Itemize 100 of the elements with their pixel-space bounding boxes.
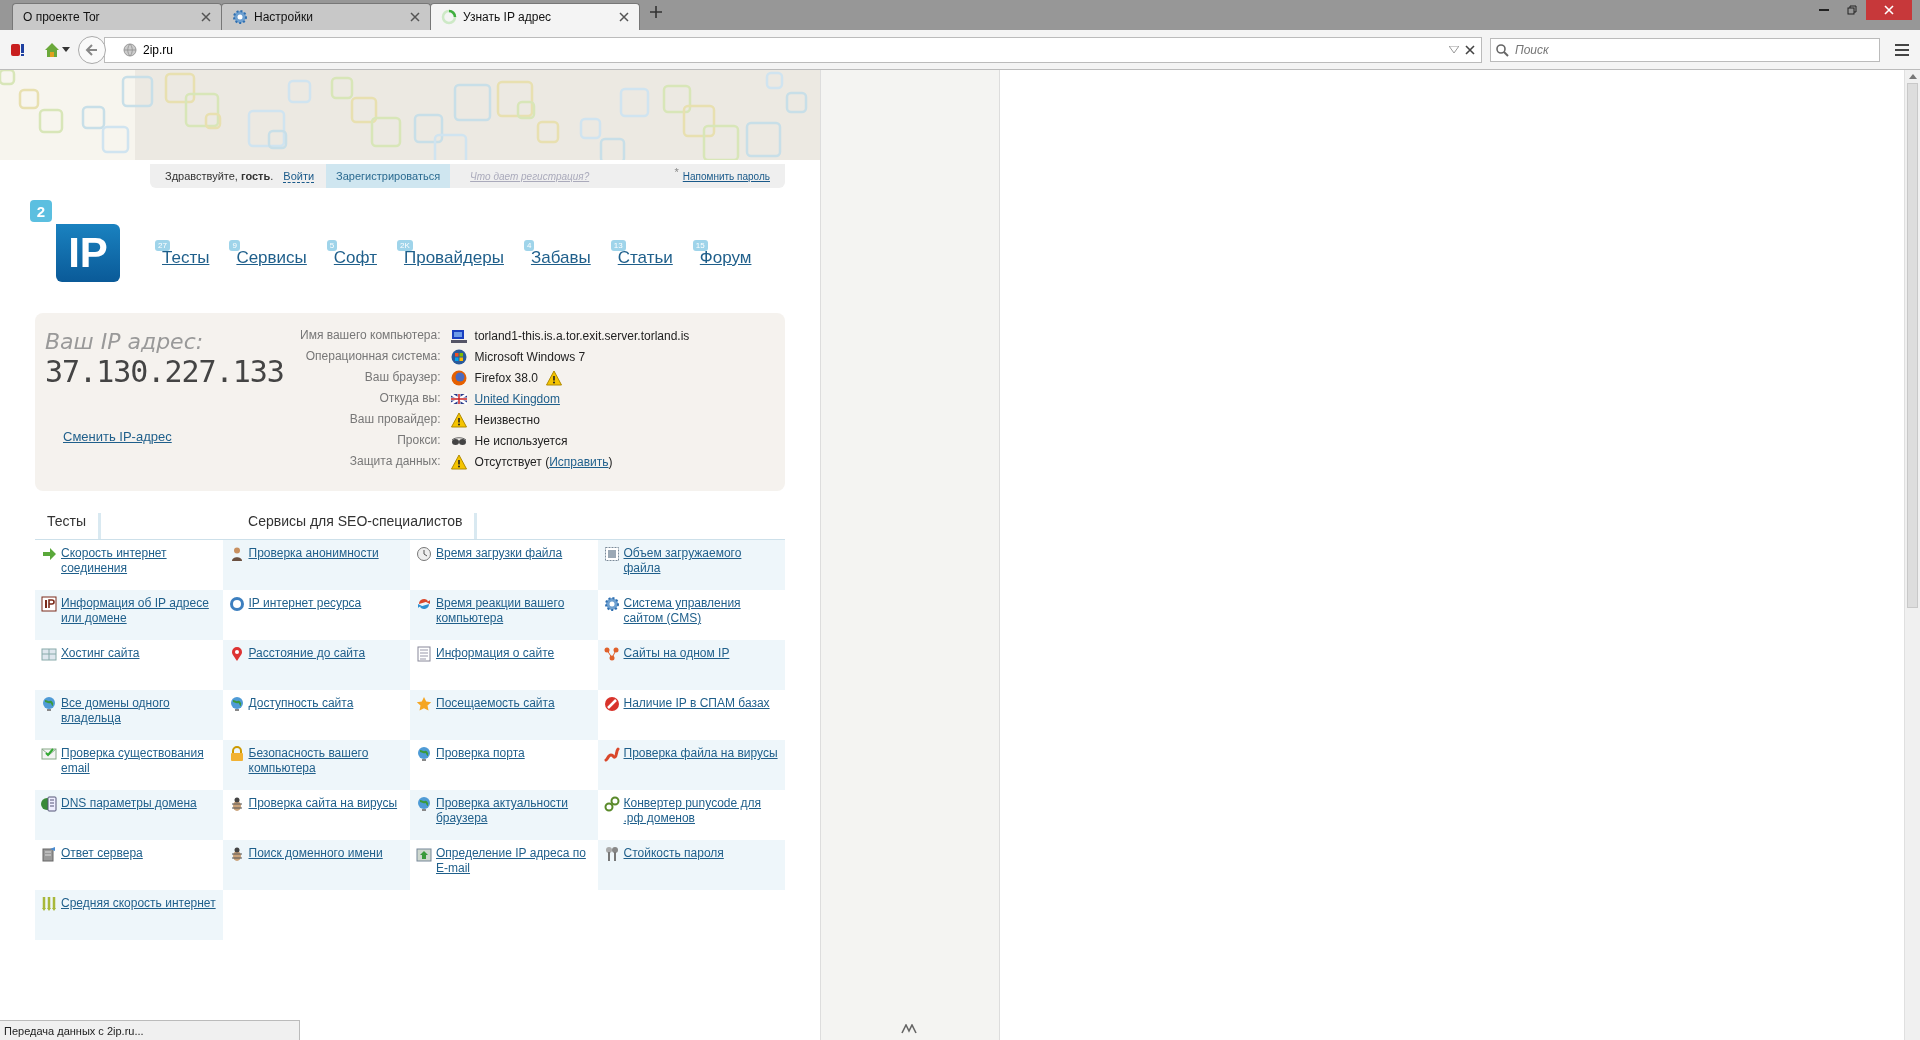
menu-button[interactable]: [1894, 42, 1910, 57]
info-value: Firefox 38.0: [474, 371, 538, 385]
download-icon: [416, 846, 432, 862]
close-icon: [1884, 5, 1894, 15]
back-arrow-icon: [85, 42, 99, 57]
country-link[interactable]: United Kingdom: [474, 392, 560, 406]
remind-password-link[interactable]: Напомнить пароль: [682, 170, 770, 182]
service-link[interactable]: IP интернет ресурса: [248, 596, 362, 611]
worm-icon: [603, 746, 620, 762]
service-link[interactable]: Стойкость пароля: [623, 846, 724, 861]
count-badge: 9: [229, 240, 240, 251]
new-tab-icon: [649, 5, 663, 19]
info-label: Защита данных:: [348, 454, 441, 470]
document-icon: [416, 646, 432, 662]
info-value: Microsoft Windows 7: [474, 350, 586, 364]
logo[interactable]: IP: [56, 224, 120, 282]
info-label: Ваш провайдер:: [348, 412, 441, 428]
caret-icon: [62, 46, 70, 53]
scroll-up-icon: [1908, 74, 1917, 79]
browser-tab[interactable]: О проекте Tor: [12, 3, 222, 30]
service-link[interactable]: Информация о сайте: [436, 646, 555, 661]
service-link[interactable]: Наличие IP в СПАМ базах: [623, 696, 770, 711]
info-value: Отсутствует (Исправить): [474, 455, 613, 469]
grid-icon: [41, 646, 57, 662]
service-link[interactable]: Посещаемость сайта: [436, 696, 555, 711]
info-value: Не используется: [474, 434, 568, 448]
service-link[interactable]: Конвертер punycode для .рф доменов: [623, 796, 781, 826]
network-icon: [603, 646, 620, 662]
scrollbar-thumb[interactable]: [1907, 83, 1918, 608]
link-icon: [603, 796, 620, 812]
bars-icon: [41, 896, 57, 912]
browser-icon: [450, 370, 467, 386]
service-link[interactable]: Ответ сервера: [61, 846, 143, 861]
login-link[interactable]: Войти: [283, 169, 315, 183]
service-link[interactable]: Хостинг сайта: [61, 646, 140, 661]
addon-status-icon: [901, 1024, 919, 1034]
nav-link[interactable]: Сервисы: [236, 248, 307, 268]
change-ip-link[interactable]: Сменить IP-адрес: [63, 429, 172, 444]
minimize-icon: [1819, 9, 1829, 11]
fix-link[interactable]: Исправить: [549, 455, 609, 469]
browser-tab[interactable]: Настройки: [221, 3, 431, 30]
asterisk-mark: *: [674, 166, 679, 178]
envelope-icon: [41, 746, 57, 762]
windows-logo-icon: [450, 349, 467, 365]
ip-icon: [41, 596, 57, 612]
service-link[interactable]: Проверка существования email: [61, 746, 219, 776]
service-link[interactable]: Определение IP адреса по E-mail: [436, 846, 594, 876]
scrollbar[interactable]: [1904, 70, 1920, 1040]
service-link[interactable]: Сайты на одном IP: [623, 646, 730, 661]
service-link[interactable]: Скорость интернет соединения: [61, 546, 219, 576]
server-icon: [41, 846, 57, 862]
search-field[interactable]: Поиск: [1490, 37, 1880, 62]
close-button[interactable]: [1866, 0, 1912, 20]
dropdown-icon: [1449, 45, 1459, 54]
service-link[interactable]: Расстояние до сайта: [248, 646, 366, 661]
register-button[interactable]: Зарегистрироваться: [326, 164, 451, 188]
nav-link[interactable]: Провайдеры: [403, 248, 504, 268]
info-label: Ваш браузер:: [363, 370, 441, 386]
count-badge: 5: [326, 240, 338, 251]
gear-icon: [603, 596, 620, 612]
service-link[interactable]: Проверка сайта на вирусы: [248, 796, 398, 811]
info-label: Прокси:: [396, 433, 441, 449]
computer-icon: [450, 328, 467, 344]
menu-icon: [1894, 42, 1910, 57]
addon-button[interactable]: [10, 41, 26, 58]
nav-link[interactable]: Забавы: [530, 248, 591, 268]
count-badge: 2K: [396, 240, 413, 251]
nav-link[interactable]: Форум: [699, 248, 752, 268]
loading-icon: [441, 9, 457, 25]
info-value: torland1-this.is.a.tor.exit.server.torland.is: [474, 329, 690, 343]
nav-link[interactable]: Тесты: [162, 248, 210, 268]
back-button[interactable]: [78, 35, 106, 64]
nav-link[interactable]: Статьи: [617, 248, 673, 268]
info-label: Имя вашего компьютера:: [300, 328, 441, 344]
count-badge: 27: [155, 240, 170, 251]
keys-icon: [603, 846, 620, 862]
service-link[interactable]: Проверка порта: [436, 746, 525, 761]
browser-tab[interactable]: Узнать IP адрес: [430, 3, 640, 30]
section-heading: Тесты: [35, 513, 102, 539]
home-icon: [44, 41, 60, 58]
address-bar[interactable]: 2ip.ru: [104, 36, 1482, 63]
flag-icon: [450, 391, 467, 407]
server-icon: [41, 796, 57, 812]
ban-icon: [603, 696, 620, 712]
close-icon: [410, 12, 420, 22]
info-value: Неизвестно: [474, 413, 540, 427]
star-icon: [416, 696, 432, 712]
count-badge: 13: [610, 240, 626, 251]
home-menu-button[interactable]: [44, 41, 70, 58]
service-link[interactable]: Время загрузки файла: [436, 546, 563, 561]
nav-link[interactable]: Софт: [333, 248, 377, 268]
service-link[interactable]: Доступность сайта: [248, 696, 354, 711]
greeting-text: Здравствуйте, гость.: [165, 170, 274, 182]
clock-icon: [416, 546, 432, 562]
refresh-icon: [416, 596, 432, 612]
info-label: Операционная система:: [304, 349, 441, 365]
warning-icon: [450, 412, 467, 428]
frame-icon: [603, 546, 620, 562]
logo-badge: 2: [30, 200, 52, 222]
service-link[interactable]: Система управления сайтом (CMS): [623, 596, 781, 626]
